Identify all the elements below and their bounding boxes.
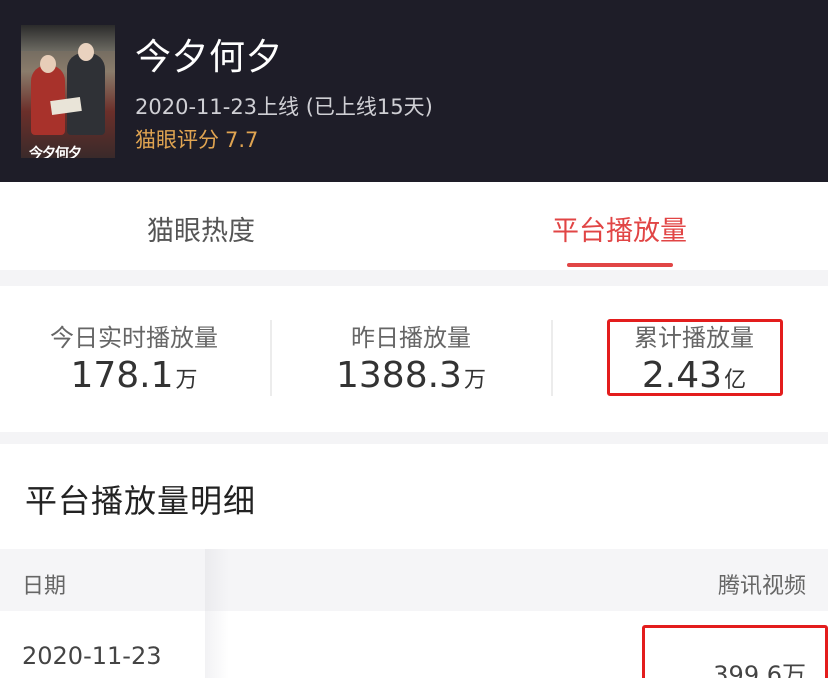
play-stats: 今日实时播放量 178.1万 昨日播放量 1388.3万 累计播放量 2.43亿 (0, 286, 828, 432)
active-tab-indicator (567, 263, 673, 267)
stat-unit: 万 (175, 368, 198, 393)
poster-figure-right (67, 53, 105, 135)
release-info: 2020-11-23上线 (已上线15天) (135, 95, 433, 119)
section-gap (0, 432, 828, 444)
table-row: 2020-11-23 399.6万 (0, 611, 828, 678)
rating-score: 7.7 (225, 128, 259, 152)
stat-number: 1388.3 (336, 355, 462, 396)
detail-section-title: 平台播放量明细 (25, 482, 257, 520)
column-header-date: 日期 (22, 574, 67, 599)
maoyan-rating: 猫眼评分 7.7 (135, 124, 258, 154)
highlight-box-row-value (642, 625, 828, 678)
stat-value: 1388.3万 (273, 355, 549, 396)
frozen-column-shadow (205, 611, 229, 678)
stat-divider (551, 320, 553, 396)
poster-roof (21, 25, 115, 51)
stat-number: 178.1 (70, 355, 174, 396)
row-date: 2020-11-23 (22, 642, 162, 670)
stat-unit: 万 (463, 368, 486, 393)
section-gap (0, 270, 828, 286)
poster-title: 今夕何夕 (29, 146, 82, 158)
highlight-box-cumulative (607, 319, 783, 396)
tab-maoyan-heat[interactable]: 猫眼热度 (147, 209, 255, 248)
stat-label: 今日实时播放量 (50, 324, 218, 352)
stat-label: 昨日播放量 (351, 324, 471, 352)
stat-yesterday: 昨日播放量 1388.3万 (273, 318, 549, 396)
show-header: 今夕何夕 今夕何夕 2020-11-23上线 (已上线15天) 猫眼评分 7.7 (0, 0, 828, 182)
poster-face-right (78, 43, 94, 61)
stat-value: 178.1万 (0, 355, 272, 396)
rating-label: 猫眼评分 (135, 128, 219, 152)
poster-face-left (40, 55, 56, 73)
table-header: 日期 腾讯视频 (0, 549, 828, 611)
frozen-column-shadow (205, 549, 229, 611)
stat-today-realtime: 今日实时播放量 178.1万 (0, 318, 272, 396)
tab-bar: 猫眼热度 平台播放量 (0, 182, 828, 270)
tab-platform-plays[interactable]: 平台播放量 (552, 209, 687, 248)
stat-divider (270, 320, 272, 396)
column-header-tencent-video[interactable]: 腾讯视频 (718, 568, 806, 600)
show-poster[interactable]: 今夕何夕 (21, 25, 115, 158)
show-title: 今夕何夕 (135, 37, 284, 78)
